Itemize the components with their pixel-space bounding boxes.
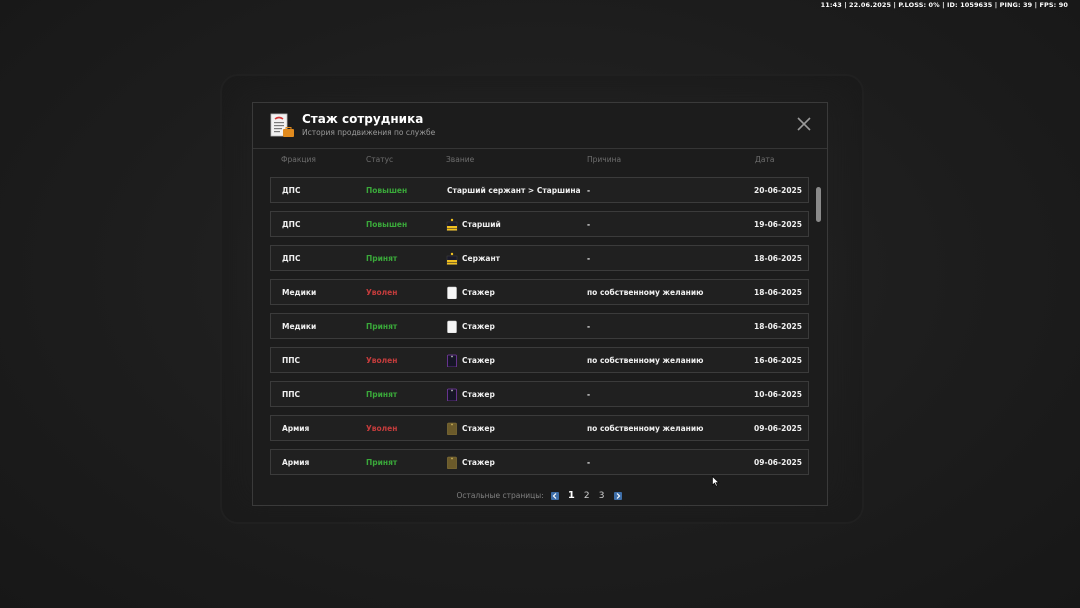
column-reason: Причина [587, 155, 622, 164]
row-reason: по собственному желанию [587, 288, 704, 297]
row-reason: - [587, 458, 591, 467]
table-header: Фракция Статус Звание Причина Дата [253, 155, 827, 169]
row-reason: - [587, 390, 591, 399]
column-rank: Звание [446, 155, 475, 164]
row-reason: - [587, 220, 591, 229]
row-rank: Старший сержант > Старшина [447, 186, 581, 195]
row-date: 18-06-2025 [754, 288, 802, 297]
window-title: Стаж сотрудника [302, 112, 424, 126]
row-date: 09-06-2025 [754, 458, 802, 467]
row-status: Принят [366, 458, 398, 467]
row-reason: - [587, 186, 591, 195]
row-faction: ДПС [282, 254, 301, 263]
scrollbar-thumb[interactable] [816, 187, 821, 222]
row-reason: по собственному желанию [587, 356, 704, 365]
row-rank: Стажер [462, 356, 495, 365]
row-date: 09-06-2025 [754, 424, 802, 433]
row-rank: Стажер [462, 458, 495, 467]
row-rank: Стажер [462, 424, 495, 433]
row-reason: по собственному желанию [587, 424, 704, 433]
row-faction: Армия [282, 424, 310, 433]
row-status: Уволен [366, 288, 398, 297]
medic-insignia-icon [447, 286, 457, 299]
close-icon[interactable] [797, 117, 811, 131]
table-row[interactable]: Армия Принят Стажер - 09-06-2025 [270, 449, 809, 475]
army-insignia-icon [447, 456, 457, 469]
window-header: Стаж сотрудника История продвижения по с… [253, 103, 827, 149]
row-date: 18-06-2025 [754, 254, 802, 263]
page-2-button[interactable]: 2 [584, 491, 590, 501]
service-history-window: Стаж сотрудника История продвижения по с… [252, 102, 828, 506]
chevron-right-icon[interactable] [613, 491, 622, 500]
row-reason: - [587, 322, 591, 331]
column-faction: Фракция [281, 155, 316, 164]
chevron-left-icon[interactable] [550, 491, 559, 500]
row-faction: ППС [282, 356, 301, 365]
row-rank: Стажер [462, 322, 495, 331]
scrollbar[interactable] [816, 187, 821, 477]
row-date: 19-06-2025 [754, 220, 802, 229]
row-rank: Старший [462, 220, 501, 229]
column-status: Статус [366, 155, 394, 164]
row-date: 16-06-2025 [754, 356, 802, 365]
table-row[interactable]: ППС Принят Стажер - 10-06-2025 [270, 381, 809, 407]
table-row[interactable]: ДПС Повышен Старший сержант > Старшина -… [270, 177, 809, 203]
row-rank: Сержант [462, 254, 501, 263]
table-row[interactable]: Медики Уволен Стажер по собственному жел… [270, 279, 809, 305]
pps-insignia-icon [447, 388, 457, 401]
medic-insignia-icon [447, 320, 457, 333]
row-status: Повышен [366, 220, 408, 229]
table-row[interactable]: Медики Принят Стажер - 18-06-2025 [270, 313, 809, 339]
mouse-cursor-icon [712, 476, 720, 487]
window-subtitle: История продвижения по службе [302, 128, 436, 137]
row-faction: ДПС [282, 220, 301, 229]
row-faction: Медики [282, 322, 317, 331]
pagination: Остальные страницы: 1 2 3 [253, 485, 827, 501]
table-row[interactable]: ППС Уволен Стажер по собственному желани… [270, 347, 809, 373]
row-rank: Стажер [462, 288, 495, 297]
row-status: Принят [366, 322, 398, 331]
row-date: 20-06-2025 [754, 186, 802, 195]
row-status: Повышен [366, 186, 408, 195]
table-row[interactable]: Армия Уволен Стажер по собственному жела… [270, 415, 809, 441]
row-status: Принят [366, 254, 398, 263]
row-faction: ДПС [282, 186, 301, 195]
page-3-button[interactable]: 3 [599, 491, 605, 501]
row-faction: Армия [282, 458, 310, 467]
row-date: 18-06-2025 [754, 322, 802, 331]
row-date: 10-06-2025 [754, 390, 802, 399]
row-status: Уволен [366, 424, 398, 433]
police-insignia-icon [446, 218, 458, 231]
pps-insignia-icon [447, 354, 457, 367]
army-insignia-icon [447, 422, 457, 435]
page-1-button[interactable]: 1 [568, 490, 575, 501]
table-row[interactable]: ДПС Принят Сержант - 18-06-2025 [270, 245, 809, 271]
row-status: Принят [366, 390, 398, 399]
column-date: Дата [755, 155, 775, 164]
document-certificate-icon [270, 113, 294, 137]
history-table[interactable]: ДПС Повышен Старший сержант > Старшина -… [270, 177, 810, 475]
row-rank: Стажер [462, 390, 495, 399]
row-faction: Медики [282, 288, 317, 297]
row-status: Уволен [366, 356, 398, 365]
police-insignia-icon [446, 252, 458, 265]
pagination-label: Остальные страницы: [456, 491, 544, 500]
table-row[interactable]: ДПС Повышен Старший - 19-06-2025 [270, 211, 809, 237]
row-reason: - [587, 254, 591, 263]
row-faction: ППС [282, 390, 301, 399]
hud-status-bar: 11:43 | 22.06.2025 | P.LOSS: 0% | ID: 10… [820, 1, 1068, 9]
